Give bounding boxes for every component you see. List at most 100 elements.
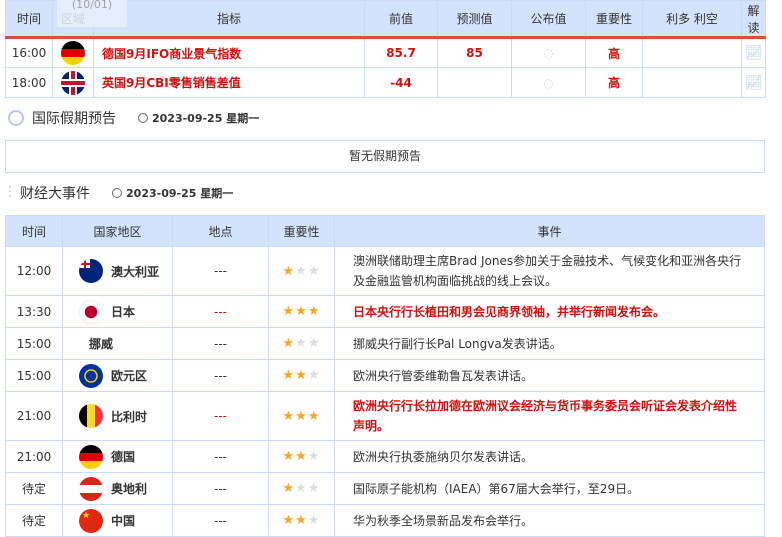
country-cell: 奥地利 xyxy=(62,472,173,505)
star-icon: ★ xyxy=(307,481,321,496)
column-header: 重要性 xyxy=(268,215,335,247)
chart-icon[interactable]: 📈︎ xyxy=(745,45,763,61)
star-icon: ★ xyxy=(307,513,321,528)
previous-value: -44 xyxy=(364,67,438,98)
events-title: 财经大事件 xyxy=(20,186,91,202)
loading-icon: ◌ xyxy=(543,75,554,90)
time-cell: 16:00 xyxy=(5,37,53,68)
time-cell: 12:00 xyxy=(5,246,63,296)
column-header: 时间 xyxy=(5,215,63,247)
clock-icon xyxy=(138,113,148,123)
country-cell: 比利时 xyxy=(62,391,173,441)
star-icon: ★ xyxy=(295,449,308,464)
event-row: 15:00 欧元区 --- ★★★ 欧洲央行管委维勒鲁瓦发表讲话。 xyxy=(5,359,765,392)
star-icon: ★ xyxy=(295,304,308,319)
sliders-icon: ⫶ xyxy=(8,183,13,202)
country-name: 中国 xyxy=(111,514,136,528)
importance-stars: ★★★ xyxy=(268,504,335,537)
bull-bear-cell xyxy=(642,67,742,98)
column-header: 重要性 xyxy=(585,0,643,39)
time-cell: 13:30 xyxy=(5,295,63,328)
importance-stars: ★★★ xyxy=(268,327,335,360)
country-cell: ★ 中国 xyxy=(62,504,173,537)
time-cell: 15:00 xyxy=(5,327,63,360)
country-name: 澳大利亚 xyxy=(111,264,160,279)
region-cell xyxy=(52,37,94,68)
star-icon: ★ xyxy=(307,263,321,279)
star-icon: ★ xyxy=(295,513,308,528)
column-header: 利多 利空 xyxy=(642,0,742,39)
column-header: 预测值 xyxy=(437,0,512,39)
globe-icon xyxy=(8,110,24,126)
indicator-name[interactable]: 英国9月CBI零售销售差值 xyxy=(102,76,241,90)
event-row: 待定 ★ 中国 --- ★★★ 华为秋季全场景新品发布会举行。 xyxy=(5,504,765,537)
flag-gb-icon xyxy=(61,70,85,95)
actual-value: ◌ xyxy=(511,37,586,68)
star-icon: ★ xyxy=(295,408,308,424)
forecast-value: 85 xyxy=(437,37,512,68)
flag-de-icon xyxy=(61,41,85,65)
clock-icon xyxy=(112,188,123,198)
previous-value: 85.7 xyxy=(364,37,438,68)
importance-stars: ★★★ xyxy=(268,295,335,328)
event-description: 挪威央行副行长Pal Longva发表讲话。 xyxy=(334,327,765,360)
event-description: 欧洲央行行长拉加德在欧洲议会经济与货币事务委员会听证会发表介绍性声明。 xyxy=(334,391,765,441)
chart-icon[interactable]: 📈︎ xyxy=(745,75,763,91)
actual-value: ◌ xyxy=(511,67,586,98)
indicator-row[interactable]: 18:00 英国9月CBI零售销售差值 -44 ◌ 高 📈︎ xyxy=(5,67,766,98)
events-section-header: ⫶ 财经大事件 2023-09-25 星期一 xyxy=(8,183,233,203)
column-header: 国家地区 xyxy=(62,215,173,247)
star-icon: ★ xyxy=(295,263,308,279)
column-header: 指标 xyxy=(93,0,365,39)
place-cell: --- xyxy=(172,295,269,328)
column-header: 前值 xyxy=(364,0,438,39)
event-row: 21:00 比利时 --- ★★★ 欧洲央行行长拉加德在欧洲议会经济与货币事务委员会听证… xyxy=(5,391,765,441)
flag-de-icon xyxy=(79,444,103,469)
event-row: 15:00 挪威 --- ★★★ 挪威央行副行长Pal Longva发表讲话。 xyxy=(5,327,765,360)
event-row: 待定 奥地利 --- ★★★ 国际原子能机构（IAEA）第67届大会举行，至29日。 xyxy=(5,472,765,505)
time-cell: 待定 xyxy=(5,472,63,505)
country: 奥地利 xyxy=(64,476,172,501)
star-icon: ★ xyxy=(282,304,296,319)
star-icon: ★ xyxy=(282,513,296,528)
holiday-title: 国际假期预告 xyxy=(32,111,116,127)
event-row: 21:00 德国 --- ★★★ 欧洲央行执委施纳贝尔发表讲话。 xyxy=(5,440,765,473)
indicator-name[interactable]: 德国9月IFO商业景气指数 xyxy=(102,47,241,61)
star-icon: ★ xyxy=(307,336,321,351)
indicator-cell: 英国9月CBI零售销售差值 xyxy=(93,67,365,98)
time-cell: 21:00 xyxy=(5,391,63,441)
flag-au-icon xyxy=(79,259,103,283)
country-name: 德国 xyxy=(111,450,136,464)
country-name: 欧元区 xyxy=(111,369,148,383)
star-icon: ★ xyxy=(282,481,296,496)
date-tooltip: (10/01) xyxy=(57,0,127,27)
event-row: 13:30 日本 --- ★★★ 日本央行行长植田和男会见商界领袖，并举行新闻发布会。 xyxy=(5,295,765,328)
place-cell: --- xyxy=(172,472,269,505)
place-cell: --- xyxy=(172,391,269,441)
star-icon: ★ xyxy=(282,336,296,351)
flag-jp-icon xyxy=(79,299,103,324)
event-description: 欧洲央行管委维勒鲁瓦发表讲话。 xyxy=(334,359,765,392)
star-icon: ★ xyxy=(282,263,296,279)
column-header: 公布值 xyxy=(511,0,586,39)
country-cell: 挪威 xyxy=(62,327,173,360)
analysis-cell[interactable]: 📈︎ xyxy=(741,37,766,68)
indicator-row[interactable]: 16:00 德国9月IFO商业景气指数 85.7 85 ◌ 高 📈︎ xyxy=(5,37,766,68)
analysis-cell[interactable]: 📈︎ xyxy=(741,67,766,98)
region-cell xyxy=(52,67,94,98)
country: ★ 中国 xyxy=(64,508,172,533)
event-row: 12:00 澳大利亚 --- ★★★ 澳洲联储助理主席Brad Jones参加关于金融技… xyxy=(5,246,765,296)
time-cell: 15:00 xyxy=(5,359,63,392)
forecast-value xyxy=(437,67,512,98)
importance-stars: ★★★ xyxy=(268,246,335,296)
star-icon: ★ xyxy=(295,336,308,351)
country: 比利时 xyxy=(64,404,172,428)
importance-stars: ★★★ xyxy=(268,440,335,473)
star-icon: ★ xyxy=(307,408,321,424)
star-icon: ★ xyxy=(295,481,308,496)
flag-be-icon xyxy=(79,404,103,428)
indicator-cell: 德国9月IFO商业景气指数 xyxy=(93,37,365,68)
column-header: 解读 xyxy=(741,0,766,39)
bull-bear-cell xyxy=(642,37,742,68)
country: 挪威 xyxy=(64,335,172,352)
